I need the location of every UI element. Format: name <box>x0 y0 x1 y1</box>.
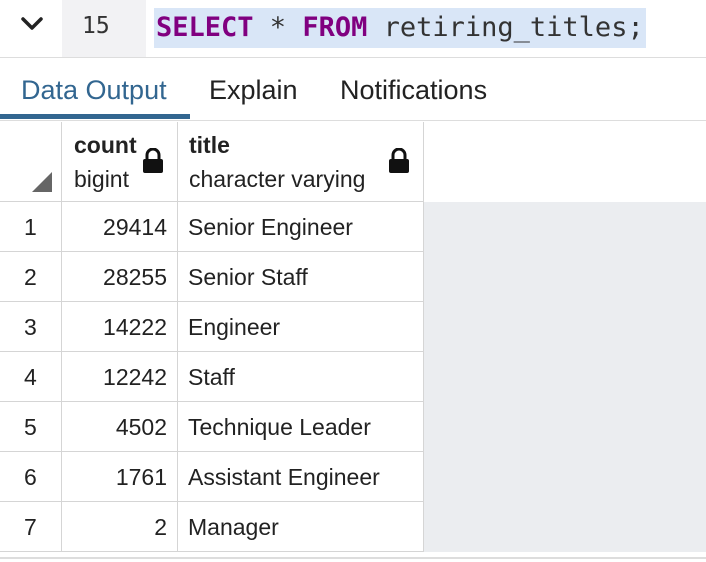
column-name: title <box>189 132 230 158</box>
table-row[interactable]: 2 28255 Senior Staff <box>0 252 424 302</box>
line-number: 15 <box>82 13 110 39</box>
cell-count[interactable]: 2 <box>62 502 178 552</box>
cell-title[interactable]: Assistant Engineer <box>178 452 424 502</box>
tab-data-output[interactable]: Data Output <box>21 72 167 108</box>
cell-title[interactable]: Staff <box>178 352 424 402</box>
table-row[interactable]: 3 14222 Engineer <box>0 302 424 352</box>
cell-count[interactable]: 4502 <box>62 402 178 452</box>
cell-count[interactable]: 14222 <box>62 302 178 352</box>
table-row[interactable]: 5 4502 Technique Leader <box>0 402 424 452</box>
table-row[interactable]: 6 1761 Assistant Engineer <box>0 452 424 502</box>
cell-count[interactable]: 28255 <box>62 252 178 302</box>
cell-title[interactable]: Senior Staff <box>178 252 424 302</box>
row-index[interactable]: 3 <box>0 302 62 352</box>
fold-toggle[interactable] <box>0 0 62 58</box>
column-type: bigint <box>74 166 129 192</box>
sql-code-line[interactable]: SELECT * FROM retiring_titles; <box>154 8 646 48</box>
cell-title[interactable]: Technique Leader <box>178 402 424 452</box>
sql-keyword-from: FROM <box>302 12 368 43</box>
table-row[interactable]: 1 29414 Senior Engineer <box>0 202 424 252</box>
table-row[interactable]: 7 2 Manager <box>0 502 424 552</box>
sql-keyword-select: SELECT <box>156 12 254 43</box>
cell-title[interactable]: Manager <box>178 502 424 552</box>
row-index[interactable]: 2 <box>0 252 62 302</box>
row-index[interactable]: 4 <box>0 352 62 402</box>
cell-title[interactable]: Engineer <box>178 302 424 352</box>
column-header-count[interactable]: count bigint <box>62 122 178 202</box>
tab-explain[interactable]: Explain <box>209 72 298 108</box>
sql-table-name: retiring_titles; <box>367 12 644 43</box>
select-all-corner[interactable] <box>0 122 62 202</box>
row-index[interactable]: 1 <box>0 202 62 252</box>
column-type: character varying <box>189 166 366 192</box>
table-row[interactable]: 4 12242 Staff <box>0 352 424 402</box>
query-editor[interactable]: 15 SELECT * FROM retiring_titles; <box>0 0 706 58</box>
divider <box>0 557 706 559</box>
data-grid: count bigint title character varying 1 29… <box>0 122 706 562</box>
select-all-corner-icon <box>32 172 52 192</box>
cell-count[interactable]: 29414 <box>62 202 178 252</box>
column-header-title[interactable]: title character varying <box>178 122 424 202</box>
row-index[interactable]: 5 <box>0 402 62 452</box>
chevron-down-icon[interactable] <box>20 16 44 32</box>
column-name: count <box>74 132 137 158</box>
divider <box>0 120 706 121</box>
row-index[interactable]: 7 <box>0 502 62 552</box>
lock-icon <box>389 148 409 173</box>
lock-icon <box>143 148 163 173</box>
active-tab-indicator <box>0 114 190 119</box>
grid-empty-area <box>424 202 706 552</box>
cell-title[interactable]: Senior Engineer <box>178 202 424 252</box>
sql-star: * <box>253 12 303 43</box>
row-index[interactable]: 6 <box>0 452 62 502</box>
cell-count[interactable]: 12242 <box>62 352 178 402</box>
cell-count[interactable]: 1761 <box>62 452 178 502</box>
result-tabs: Data Output Explain Notifications <box>0 58 706 122</box>
tab-notifications[interactable]: Notifications <box>340 72 487 108</box>
